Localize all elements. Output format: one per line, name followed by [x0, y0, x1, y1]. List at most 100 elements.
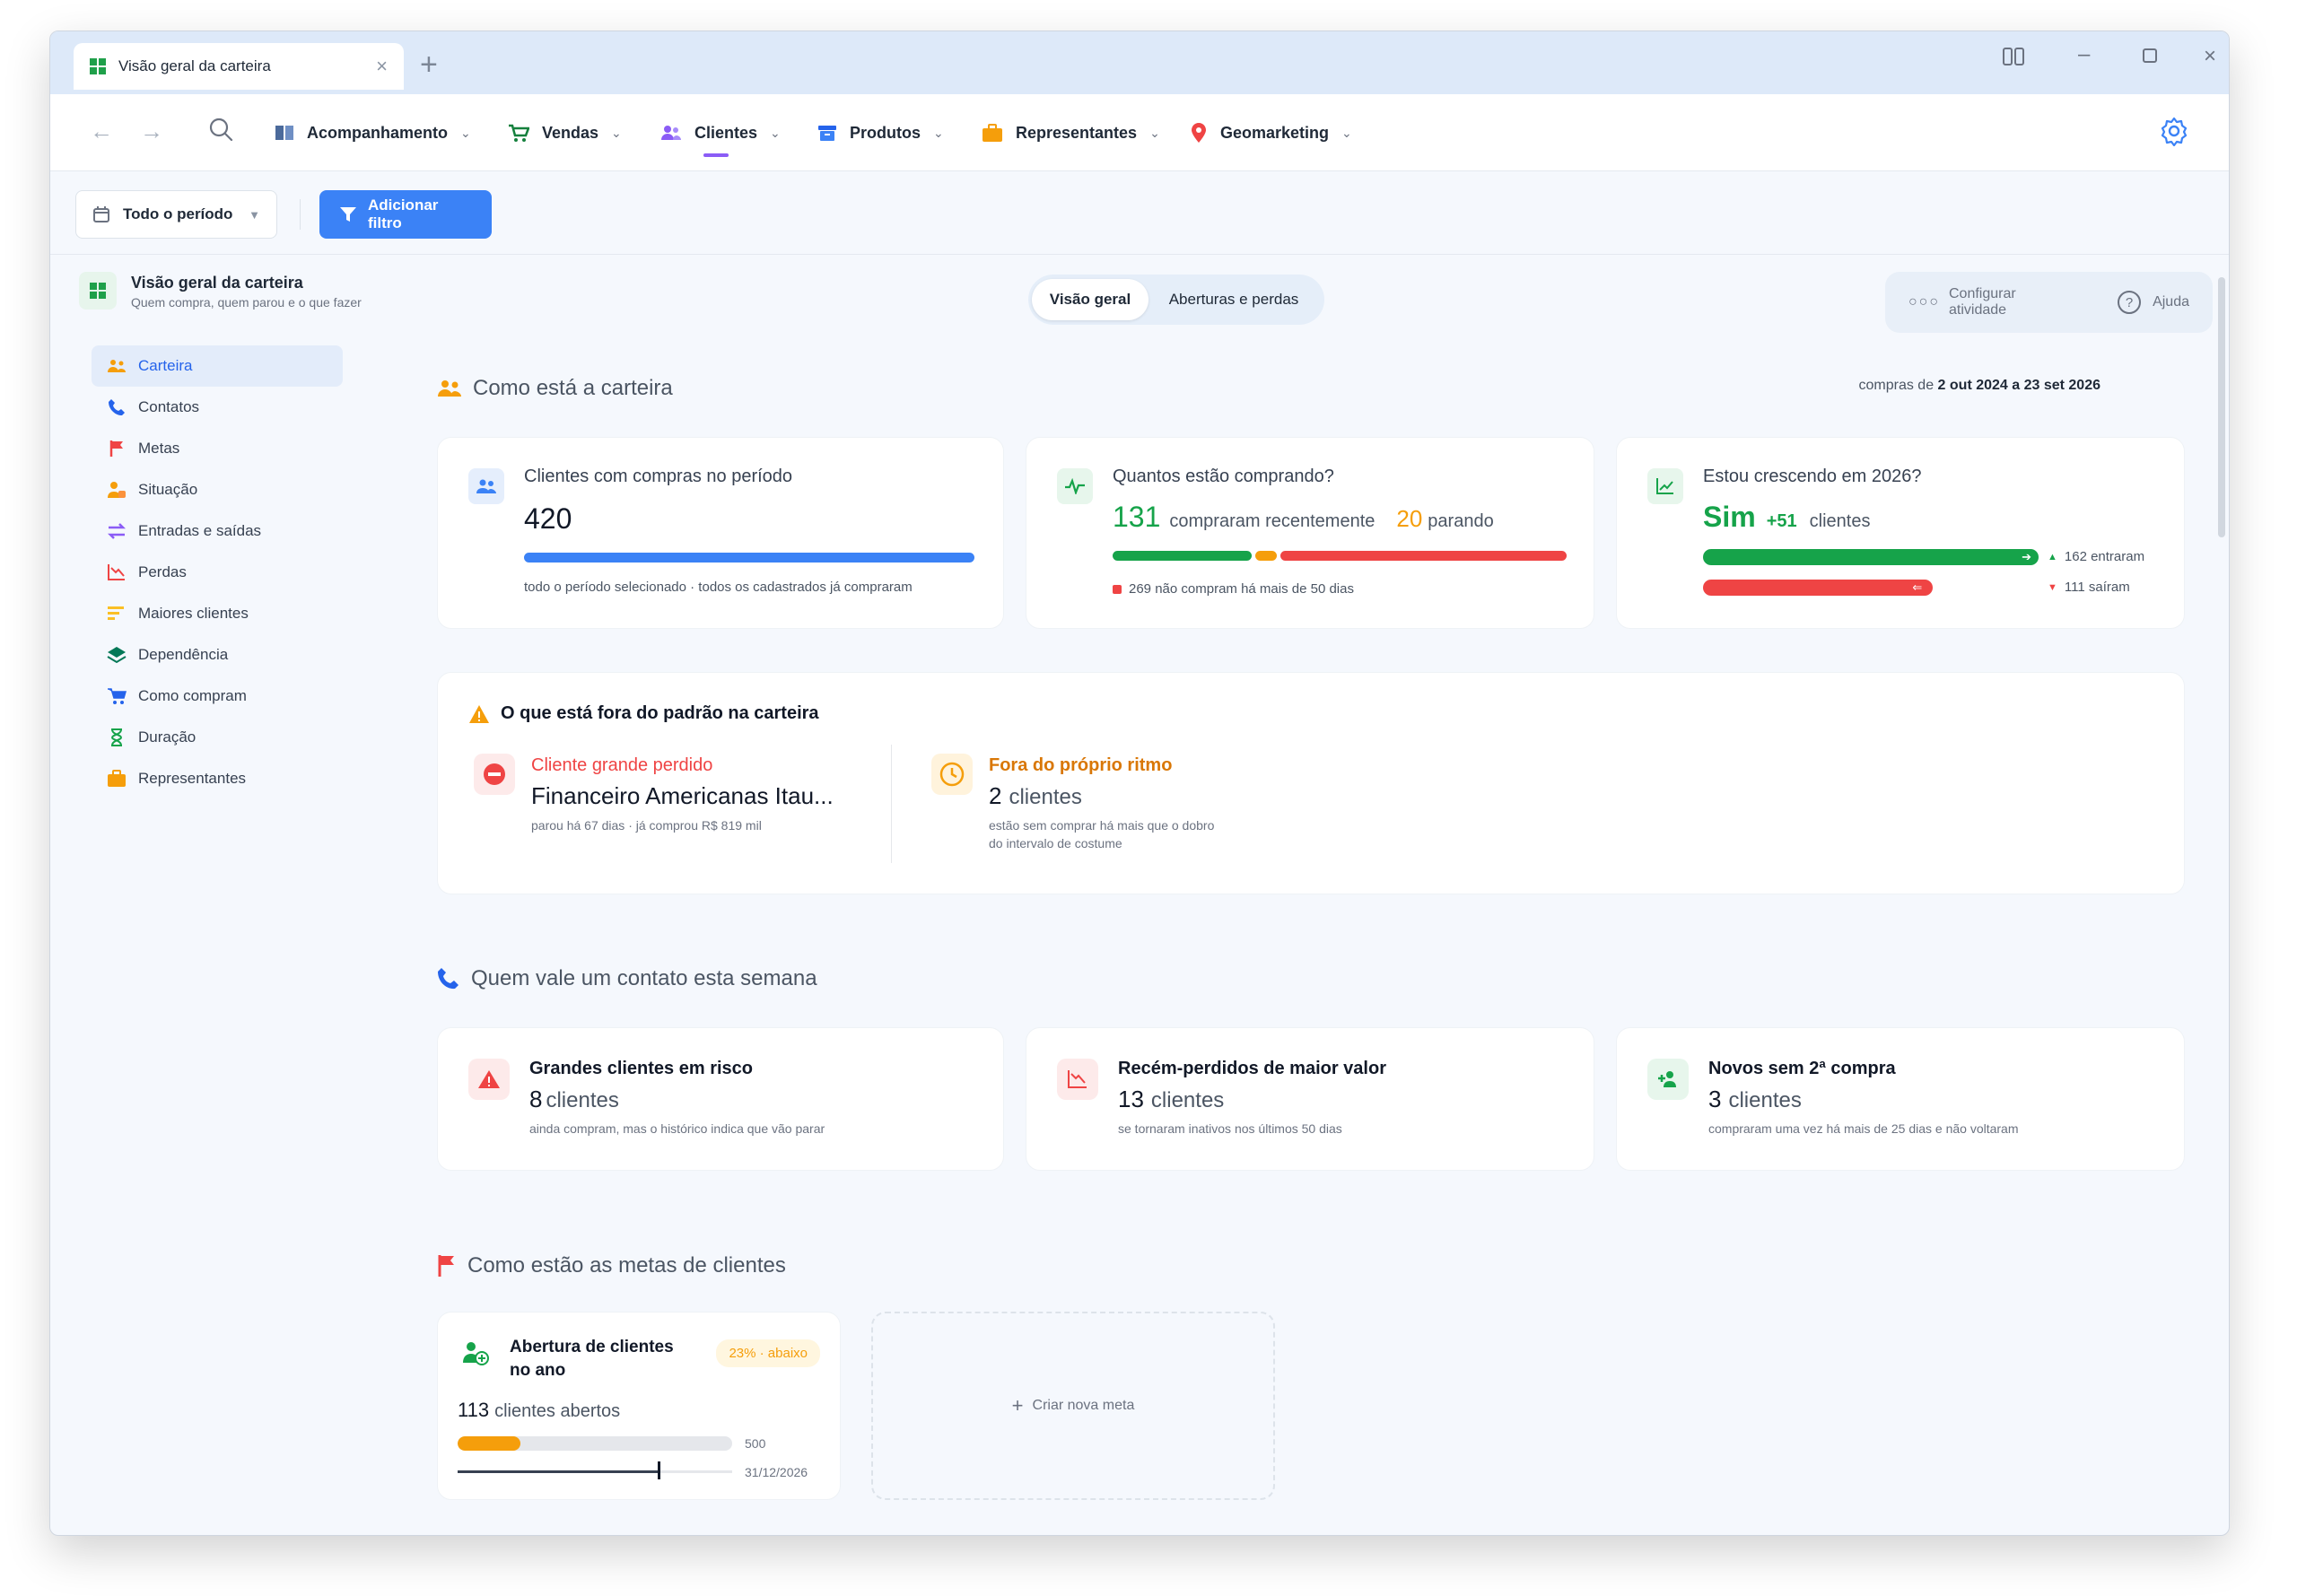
alert-icon	[468, 1059, 510, 1100]
help-button[interactable]: ? Ajuda	[2117, 290, 2189, 315]
outlier-note-line2: do intervalo de costume	[989, 836, 1122, 850]
entered-bar: ➔	[1703, 549, 2039, 565]
chevron-down-icon: ⌄	[1341, 125, 1352, 140]
sidebar-item-label: Duração	[138, 728, 197, 746]
sidebar-item-como-compram[interactable]: Como compram	[92, 676, 343, 717]
user-plus-icon	[1647, 1059, 1689, 1100]
active-tab-indicator	[703, 153, 729, 157]
buying-text: compraram recentemente	[1169, 511, 1376, 531]
chevron-down-icon: ⌄	[460, 125, 471, 140]
scrollbar-thumb[interactable]	[2218, 277, 2225, 537]
stopping-text: parando	[1428, 511, 1494, 531]
sidebar-item-dependencia[interactable]: Dependência	[92, 634, 343, 676]
flag-icon	[106, 440, 127, 458]
new-goal-button[interactable]: + Criar nova meta	[871, 1312, 1275, 1500]
sidebar-item-label: Situação	[138, 481, 198, 498]
minimize-icon[interactable]: –	[2078, 42, 2090, 67]
card-value-row: 8 clientes	[529, 1086, 619, 1113]
dots-icon: ○○○	[1908, 294, 1940, 310]
add-filter-button[interactable]: Adicionar filtro	[319, 190, 492, 239]
nav-acompanhamento[interactable]: Acompanhamento ⌄	[275, 94, 471, 171]
forward-arrow-icon[interactable]: →	[140, 118, 163, 145]
growth-delta-text: clientes	[1809, 511, 1871, 531]
sidebar-item-maiores-clientes[interactable]: Maiores clientes	[92, 593, 343, 634]
tab-aberturas-perdas[interactable]: Aberturas e perdas	[1148, 279, 1319, 320]
page-header: Visão geral da carteira Quem compra, que…	[50, 256, 2229, 345]
split-view-icon[interactable]	[2002, 46, 2025, 74]
goal-value: 113	[458, 1399, 490, 1421]
card-unit: clientes	[1728, 1088, 1802, 1112]
goal-deadline: 31/12/2026	[745, 1465, 808, 1479]
filter-bar: Todo o período ▼ Adicionar filtro	[50, 172, 2229, 255]
goal-progress-fill	[458, 1436, 521, 1451]
nav-geomarketing[interactable]: Geomarketing ⌄	[1190, 94, 1352, 171]
card-value: 3	[1708, 1086, 1722, 1112]
sidebar-item-representantes[interactable]: Representantes	[92, 758, 343, 799]
book-icon	[275, 124, 294, 142]
divider	[300, 199, 301, 230]
grid-icon	[90, 58, 106, 74]
tab-visao-geral[interactable]: Visão geral	[1032, 279, 1148, 320]
kpi-label: Quantos estão comprando?	[1113, 467, 1334, 486]
gear-icon[interactable]	[2159, 116, 2189, 151]
nav-produtos[interactable]: Produtos ⌄	[817, 94, 944, 171]
caret-down-icon: ▼	[249, 207, 260, 222]
period-select[interactable]: Todo o período ▼	[75, 190, 277, 239]
scrollbar[interactable]	[2218, 256, 2225, 1530]
flag-icon	[437, 1254, 457, 1278]
outlier-note-line1: estão sem comprar há mais que o dobro	[989, 818, 1215, 833]
browser-tab[interactable]: Visão geral da carteira ×	[74, 43, 404, 90]
nav-clientes[interactable]: Clientes ⌄	[660, 94, 781, 171]
date-range: 2 out 2024 a 23 set 2026	[1937, 378, 2100, 393]
clock-icon	[931, 754, 973, 795]
search-icon[interactable]	[207, 116, 234, 147]
sidebar-item-label: Como compram	[138, 687, 247, 704]
goal-title-line2: no ano	[510, 1361, 566, 1380]
bar-list-icon	[106, 606, 127, 622]
users-icon	[468, 468, 504, 504]
goal-card[interactable]: Abertura de clientes no ano 23% · abaixo…	[437, 1312, 841, 1500]
contact-card-recent-lost[interactable]: Recém-perdidos de maior valor 13 cliente…	[1026, 1027, 1594, 1171]
time-progress-fill	[458, 1470, 659, 1473]
sidebar-item-duracao[interactable]: Duração	[92, 717, 343, 758]
goal-unit: clientes abertos	[494, 1401, 621, 1421]
trend-down-icon	[106, 563, 127, 581]
nav-label: Representantes	[1016, 123, 1138, 142]
configure-activity-button[interactable]: ○○○ Configurar atividade	[1908, 286, 2075, 318]
outliers-card: O que está fora do padrão na carteira Cl…	[437, 672, 2185, 894]
trend-down-icon	[1057, 1059, 1098, 1100]
growth-row: Sim +51 clientes	[1703, 501, 1870, 534]
sidebar-item-situacao[interactable]: Situação	[92, 469, 343, 510]
progress-bar	[524, 553, 974, 563]
sidebar-item-label: Entradas e saídas	[138, 522, 262, 539]
back-arrow-icon[interactable]: ←	[90, 118, 113, 145]
outlier-value: 2	[989, 782, 1002, 809]
configure-label: Configurar atividade	[1949, 286, 2016, 318]
maximize-icon[interactable]	[2141, 46, 2159, 71]
sidebar-item-contatos[interactable]: Contatos	[92, 387, 343, 428]
sidebar-item-carteira[interactable]: Carteira	[92, 345, 343, 387]
inactive-note: 269 não compram há mais de 50 dias	[1129, 581, 1354, 597]
sidebar-item-metas[interactable]: Metas	[92, 428, 343, 469]
cart-icon	[508, 123, 529, 143]
contact-card-new-no-second[interactable]: Novos sem 2ª compra 3 clientes compraram…	[1616, 1027, 2185, 1171]
status-badge: 23% · abaixo	[716, 1339, 820, 1367]
goal-target: 500	[745, 1436, 766, 1451]
nav-vendas[interactable]: Vendas ⌄	[508, 94, 622, 171]
contact-card-risk[interactable]: Grandes clientes em risco 8 clientes ain…	[437, 1027, 1004, 1171]
close-icon[interactable]: ×	[376, 55, 388, 78]
sidebar-item-entradas-saidas[interactable]: Entradas e saídas	[92, 510, 343, 552]
card-value: 13	[1118, 1086, 1144, 1112]
close-window-icon[interactable]: ×	[2204, 44, 2216, 69]
card-value-row: 3 clientes	[1708, 1086, 1802, 1113]
segment-buying	[1113, 551, 1253, 561]
new-tab-icon[interactable]: +	[420, 48, 438, 83]
app-window: Visão geral da carteira × + – × ← → Acom…	[49, 31, 2230, 1536]
activity-icon	[1057, 468, 1093, 504]
red-dot-icon	[1113, 584, 1122, 594]
help-icon: ?	[2117, 290, 2142, 315]
sidebar-item-perdas[interactable]: Perdas	[92, 552, 343, 593]
section-title-text: Como está a carteira	[473, 376, 673, 400]
kpi-card-growth: Estou crescendo em 2026? Sim +51 cliente…	[1616, 437, 2185, 629]
nav-representantes[interactable]: Representantes ⌄	[982, 94, 1160, 171]
